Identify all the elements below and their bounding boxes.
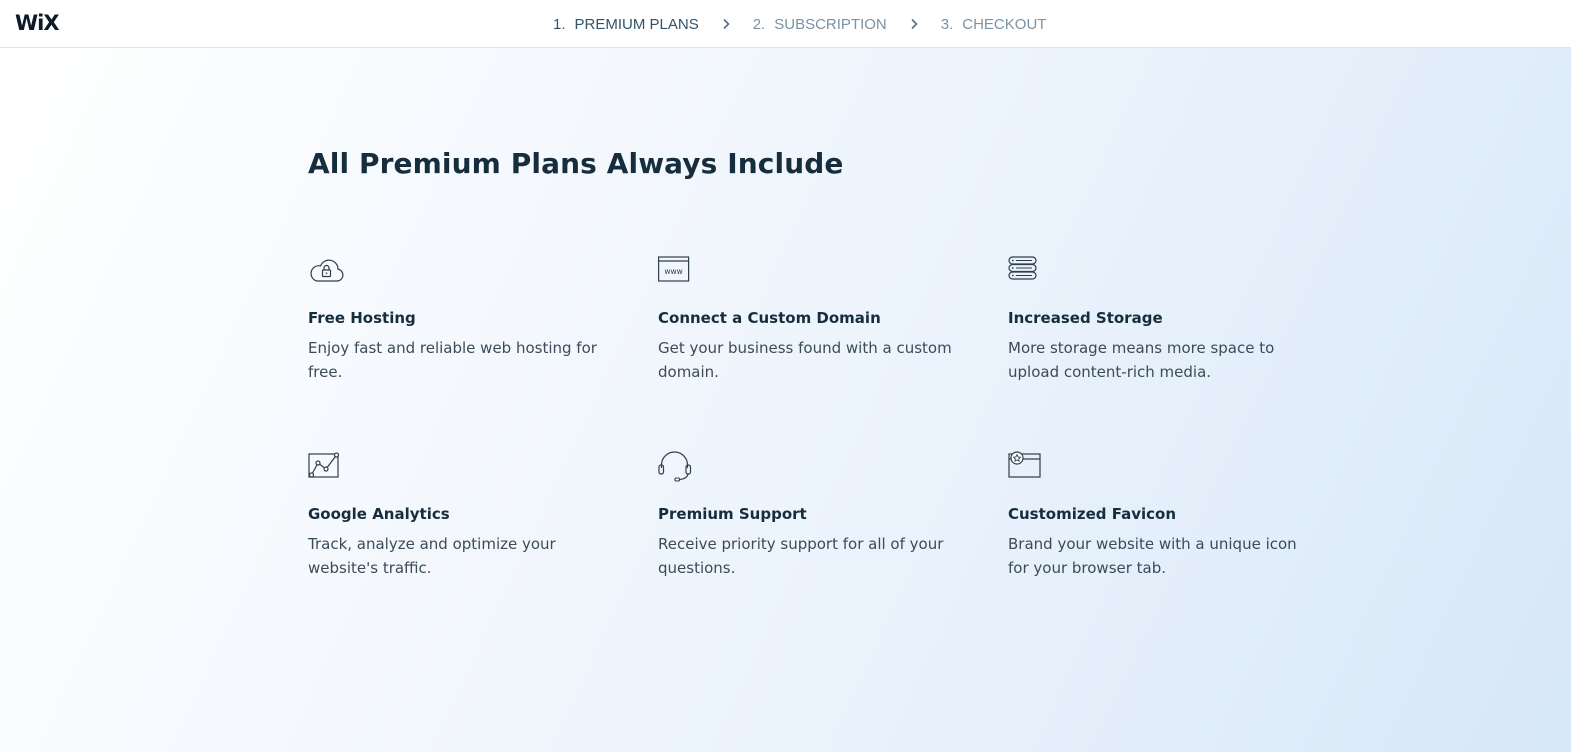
- feature-customized-favicon: Customized Favicon Brand your website wi…: [1008, 450, 1308, 577]
- step-label: SUBSCRIPTION: [774, 15, 887, 33]
- feature-free-hosting: Free Hosting Enjoy fast and reliable web…: [308, 254, 608, 381]
- step-number: 3.: [940, 15, 954, 33]
- feature-description: Enjoy fast and reliable web hosting for …: [308, 339, 597, 381]
- chevron-right-icon: [699, 18, 753, 30]
- feature-description: Get your business found with a custom do…: [658, 339, 952, 381]
- feature-increased-storage: Increased Storage More storage means mor…: [1008, 254, 1308, 381]
- cloud-lock-icon: [310, 259, 344, 282]
- chevron-right-icon: [887, 18, 941, 30]
- feature-title: Customized Favicon: [1008, 505, 1177, 523]
- feature-title: Premium Support: [658, 505, 807, 523]
- top-bar: WiX 1. PREMIUM PLANS 2. SUBSCRIPTION 3. …: [0, 0, 1571, 48]
- feature-title: Google Analytics: [308, 505, 450, 523]
- headset-icon: [658, 451, 692, 482]
- storage-stack-icon: [1008, 256, 1037, 280]
- wix-logo[interactable]: WiX: [15, 11, 60, 35]
- feature-title: Increased Storage: [1008, 309, 1163, 327]
- favicon-star-icon: [1008, 451, 1041, 478]
- feature-google-analytics: Google Analytics Track, analyze and opti…: [308, 450, 608, 577]
- feature-title: Free Hosting: [308, 309, 416, 327]
- svg-text:www: www: [664, 267, 682, 276]
- step-number: 1.: [553, 15, 566, 33]
- feature-description: Receive priority support for all of your…: [658, 535, 944, 577]
- step-label: PREMIUM PLANS: [574, 15, 699, 33]
- feature-title: Connect a Custom Domain: [658, 309, 881, 327]
- feature-description: Brand your website with a unique icon fo…: [1008, 535, 1297, 577]
- feature-description: Track, analyze and optimize your website…: [308, 535, 556, 577]
- step-number: 2.: [752, 15, 766, 33]
- feature-premium-support: Premium Support Receive priority support…: [658, 450, 958, 577]
- www-browser-icon: www: [658, 256, 690, 282]
- step-checkout[interactable]: 3. CHECKOUT: [941, 16, 1047, 33]
- page-title: All Premium Plans Always Include: [308, 147, 844, 180]
- step-subscription[interactable]: 2. SUBSCRIPTION: [753, 16, 887, 33]
- checkout-steps: 1. PREMIUM PLANS 2. SUBSCRIPTION 3. CHEC…: [553, 0, 1046, 48]
- feature-description: More storage means more space to upload …: [1008, 339, 1275, 381]
- step-premium-plans[interactable]: 1. PREMIUM PLANS: [553, 16, 699, 33]
- feature-custom-domain: www Connect a Custom Domain Get your bus…: [658, 254, 958, 381]
- step-label: CHECKOUT: [962, 15, 1047, 33]
- analytics-chart-icon: [308, 452, 340, 478]
